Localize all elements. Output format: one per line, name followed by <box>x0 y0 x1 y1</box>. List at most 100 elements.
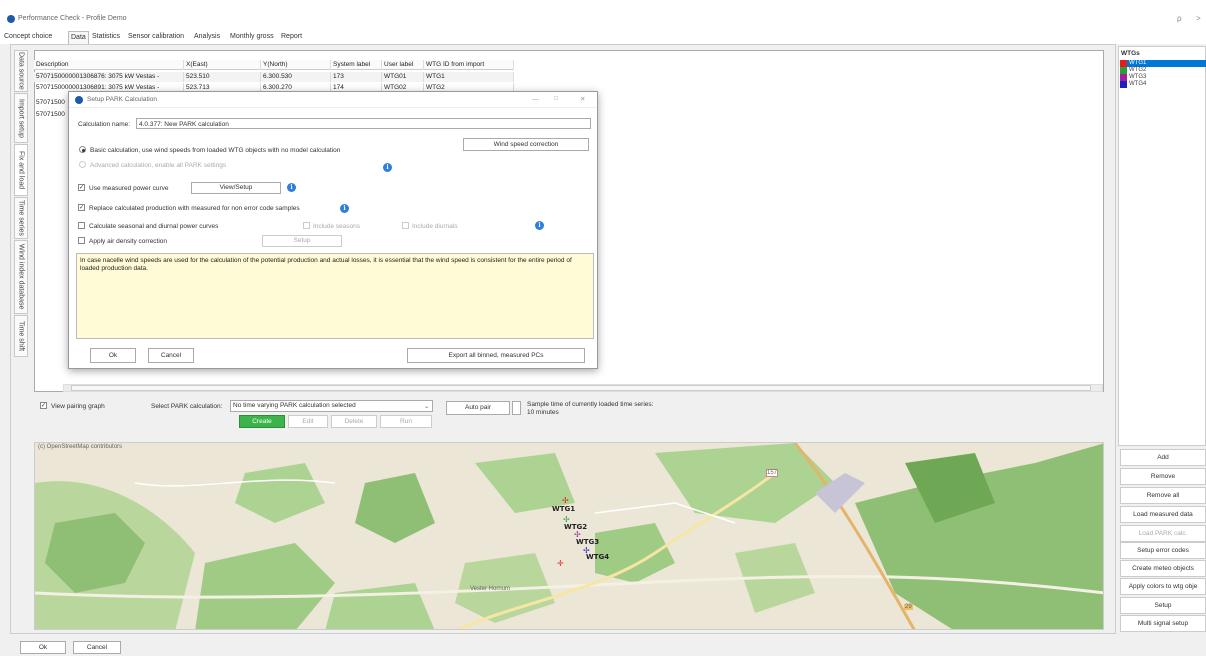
note-textarea[interactable]: In case nacelle wind speeds are used for… <box>76 253 594 339</box>
col-header[interactable]: Y(North) <box>261 60 331 70</box>
map-road-label: 157 <box>766 469 779 477</box>
table-cell: 5707150000001306876: 3075 kW Vestas - <box>34 72 184 82</box>
basic-calc-label: Basic calculation, use wind speeds from … <box>90 147 341 154</box>
air-density-setup-button[interactable]: Setup <box>262 235 342 247</box>
load-park-calc-button[interactable]: Load PARK calc. <box>1120 525 1206 542</box>
create-button[interactable]: Create <box>239 415 285 428</box>
turbine-label: WTG4 <box>586 553 610 561</box>
info-icon[interactable]: i <box>535 221 544 230</box>
replace-calc-label: Replace calculated production with measu… <box>89 205 300 212</box>
scrollbar-thumb[interactable] <box>71 385 1091 391</box>
setup-button[interactable]: Setup <box>1120 597 1206 614</box>
color-swatch <box>1120 67 1127 74</box>
multi-signal-setup-button[interactable]: Multi signal setup <box>1120 615 1206 632</box>
dialog-minimize-icon[interactable]: — <box>532 96 539 103</box>
table-cell: 173 <box>331 72 382 82</box>
tab-concept-choice[interactable]: Concept choice <box>2 33 54 40</box>
use-measured-pc-checkbox[interactable]: ✓ <box>78 184 85 191</box>
view-pairing-graph-checkbox[interactable]: ✓ <box>40 402 47 409</box>
park-calc-select[interactable]: No time varying PARK calculation selecte… <box>230 400 433 412</box>
vtab-time-shift[interactable]: Time shift <box>14 315 28 357</box>
list-item[interactable]: WTG1 <box>1120 60 1206 67</box>
col-header[interactable]: X(East) <box>184 60 261 70</box>
footer-cancel-button[interactable]: Cancel <box>73 641 121 654</box>
info-icon[interactable]: i <box>340 204 349 213</box>
wtg-list-header: WTGs <box>1121 50 1140 57</box>
map-place-label: Vester Hornum <box>470 586 511 592</box>
delete-button[interactable]: Delete <box>331 415 377 428</box>
col-header[interactable]: User label <box>382 60 424 70</box>
remove-all-button[interactable]: Remove all <box>1120 487 1206 504</box>
run-button[interactable]: Run <box>380 415 432 428</box>
dialog-cancel-button[interactable]: Cancel <box>148 348 194 363</box>
dialog-ok-button[interactable]: Ok <box>90 348 136 363</box>
calc-name-label: Calculation name: <box>78 121 131 128</box>
turbine-label: WTG1 <box>552 505 576 513</box>
title-bar <box>0 0 1206 30</box>
wtg-name: WTG1 <box>1129 60 1147 66</box>
info-icon[interactable]: i <box>383 163 392 172</box>
tab-analysis[interactable]: Analysis <box>192 33 222 40</box>
tab-sensor-calibration[interactable]: Sensor calibration <box>126 33 186 40</box>
view-setup-button[interactable]: View/Setup <box>191 182 281 194</box>
vtab-data-source[interactable]: Data source <box>14 50 28 92</box>
table-cell: 523.510 <box>184 72 261 82</box>
col-header[interactable]: Description <box>34 60 184 70</box>
table-cell: 6.300.530 <box>261 72 331 82</box>
vtab-time-series[interactable]: Time series <box>14 197 28 239</box>
air-density-checkbox[interactable] <box>78 237 85 244</box>
dialog-close-icon[interactable]: ✕ <box>580 95 585 103</box>
apply-colors-button[interactable]: Apply colors to wtg obje <box>1120 578 1206 595</box>
map-view[interactable] <box>34 442 1104 630</box>
edit-button[interactable]: Edit <box>288 415 328 428</box>
info-icon[interactable]: i <box>287 183 296 192</box>
tab-monthly-gross[interactable]: Monthly gross <box>228 33 276 40</box>
calc-name-value: 4.0.377: New PARK calculation <box>139 121 229 128</box>
basic-calc-radio[interactable] <box>79 146 86 153</box>
setup-error-codes-button[interactable]: Setup error codes <box>1120 542 1206 559</box>
window-title: Performance Check - Profile Demo <box>18 15 127 22</box>
list-item[interactable]: WTG3 <box>1120 74 1206 81</box>
tab-report[interactable]: Report <box>279 33 304 40</box>
list-item[interactable]: WTG4 <box>1120 81 1206 88</box>
calc-seasonal-checkbox[interactable] <box>78 222 85 229</box>
dialog-maximize-icon[interactable]: □ <box>554 95 558 102</box>
remove-button[interactable]: Remove <box>1120 468 1206 485</box>
map-road-label: 29 <box>904 604 913 610</box>
close-icon[interactable]: > <box>1196 14 1201 23</box>
add-button[interactable]: Add <box>1120 449 1206 466</box>
vtab-import-setup[interactable]: Import setup <box>14 93 28 143</box>
wind-speed-correction-button[interactable]: Wind speed correction <box>463 138 589 151</box>
auto-pair-dropdown[interactable] <box>512 401 521 415</box>
minimize-icon[interactable]: ρ <box>1177 14 1182 23</box>
grid-header-row: Description X(East) Y(North) System labe… <box>34 60 514 70</box>
tab-data[interactable]: Data <box>68 31 89 44</box>
color-swatch <box>1120 81 1127 88</box>
wtg-name: WTG4 <box>1129 81 1147 87</box>
tab-statistics[interactable]: Statistics <box>90 33 122 40</box>
color-swatch <box>1120 60 1127 67</box>
wtg-name: WTG2 <box>1129 67 1147 73</box>
list-item[interactable]: WTG2 <box>1120 67 1206 74</box>
footer-ok-button[interactable]: Ok <box>20 641 66 654</box>
wtg-list[interactable] <box>1118 46 1206 446</box>
load-measured-data-button[interactable]: Load measured data <box>1120 506 1206 523</box>
table-row[interactable]: 5707150000001306876: 3075 kW Vestas - 52… <box>34 72 514 82</box>
vtab-fix-and-load[interactable]: Fix and load <box>14 144 28 196</box>
auto-pair-button[interactable]: Auto pair <box>446 401 510 415</box>
turbine-marker-icon[interactable]: ✢ <box>562 497 569 505</box>
map-crosshair-icon[interactable]: ✛ <box>557 560 564 568</box>
advanced-calc-radio[interactable] <box>79 161 86 168</box>
calc-seasonal-label: Calculate seasonal and diurnal power cur… <box>89 223 219 230</box>
include-seasons-checkbox[interactable] <box>303 222 310 229</box>
vtab-wind-index-database[interactable]: Wind index database <box>14 240 28 314</box>
col-header[interactable]: System label <box>331 60 382 70</box>
wtg-name: WTG3 <box>1129 74 1147 80</box>
dialog-app-icon <box>75 96 83 104</box>
replace-calc-checkbox[interactable]: ✓ <box>78 204 85 211</box>
color-swatch <box>1120 74 1127 81</box>
create-meteo-objects-button[interactable]: Create meteo objects <box>1120 560 1206 577</box>
col-header[interactable]: WTG ID from import <box>424 60 514 70</box>
export-binned-pcs-button[interactable]: Export all binned, measured PCs <box>407 348 585 363</box>
include-diurnals-checkbox[interactable] <box>402 222 409 229</box>
